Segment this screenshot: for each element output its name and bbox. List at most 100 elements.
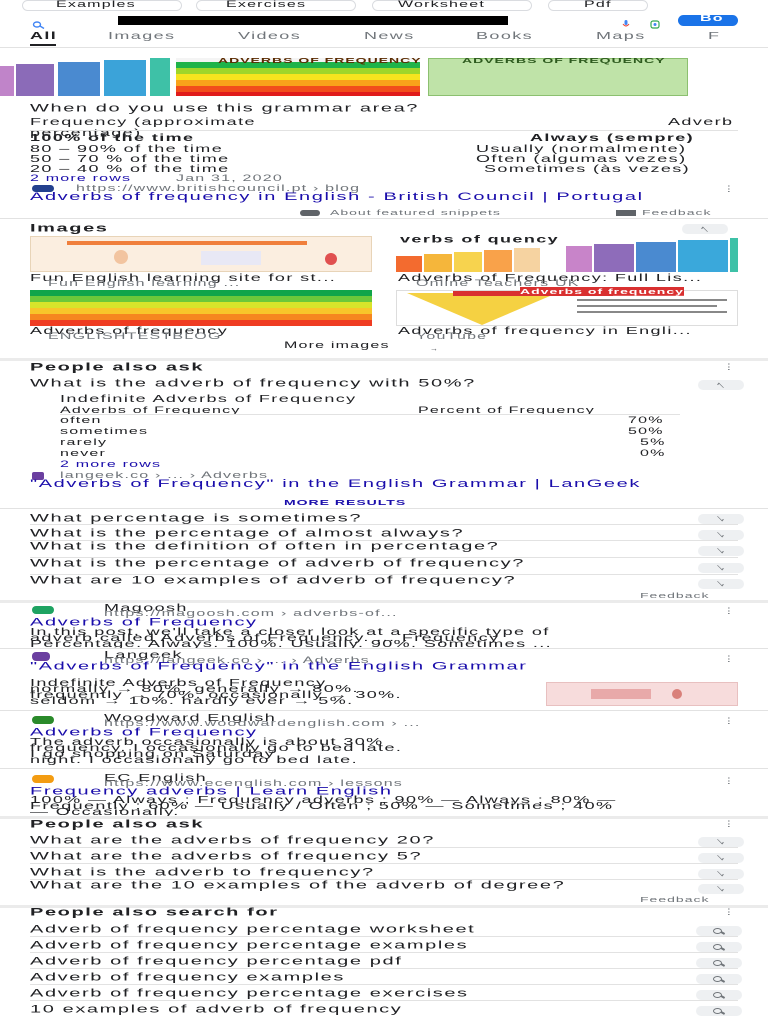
related-search-item[interactable]: Adverb of frequency examples (30, 971, 345, 984)
related-search-item[interactable]: Adverb of frequency percentage examples (30, 939, 468, 952)
featured-more-rows[interactable]: 2 more rows (30, 174, 131, 184)
lens-icon[interactable] (650, 16, 660, 29)
tab-all[interactable]: All (30, 30, 57, 42)
search-icon[interactable] (696, 974, 742, 984)
more-results-button[interactable]: MORE RESULTS (284, 498, 406, 507)
ec-english-favicon (32, 775, 54, 783)
feedback-icon (616, 210, 636, 216)
paa2-question[interactable]: What are the adverbs of frequency 5? (30, 850, 422, 863)
related-search-item[interactable]: 10 examples of adverb of frequency (30, 1003, 402, 1016)
chevron-down-icon[interactable] (698, 869, 744, 879)
paa2-heading: People also ask (30, 818, 205, 831)
image-thumb-3[interactable] (30, 290, 372, 326)
paa2-question[interactable]: What are the 10 examples of the adverb o… (30, 879, 768, 890)
chip-exercises-label: Exercises (226, 0, 307, 10)
result-thumbnail[interactable] (546, 682, 738, 706)
tab-news[interactable]: News (364, 30, 415, 42)
result-menu-icon[interactable]: ⋮ (722, 606, 737, 615)
search-for-menu-icon[interactable]: ⋮ (722, 907, 737, 916)
paa-row-adverb: rarely (60, 438, 108, 448)
related-search-item[interactable]: Adverb of frequency percentage exercises (30, 987, 469, 1000)
paa2-question[interactable]: What is the adverb to frequency? (30, 866, 375, 879)
tab-books[interactable]: Books (476, 30, 533, 42)
search-icon[interactable] (696, 926, 742, 936)
related-search-item[interactable]: Adverb of frequency percentage worksheet (30, 923, 475, 936)
avatar-initials: Bo (700, 14, 724, 24)
featured-thumb-green-caption: ADVERBS OF FREQUENCY (462, 56, 666, 65)
chevron-down-icon[interactable] (698, 563, 744, 573)
paa2-menu-icon[interactable]: ⋮ (722, 819, 737, 828)
search-query-redacted[interactable] (118, 16, 508, 25)
about-featured-snippets[interactable]: About featured snippets (330, 208, 501, 217)
featured-row-left: 20 – 40 % of the time (30, 163, 230, 174)
chevron-down-icon[interactable] (698, 853, 744, 863)
paa2-question[interactable]: What are the adverbs of frequency 20? (30, 834, 435, 847)
image-thumb-2-overlay-text: verbs of quency (400, 233, 560, 245)
featured-feedback[interactable]: Feedback (642, 208, 711, 217)
image-thumb-1[interactable] (30, 236, 372, 272)
paa-question[interactable]: What is the definition of often in perce… (30, 540, 768, 551)
images-heading: Images (30, 222, 109, 235)
image-source-4: YouTube (416, 332, 488, 342)
result-menu-icon[interactable]: ⋮ (722, 716, 737, 725)
search-icon[interactable] (696, 942, 742, 952)
chip-examples-label: Examples (56, 0, 136, 10)
chip-pdf-label: Pdf (584, 0, 612, 10)
related-search-item[interactable]: Adverb of frequency percentage pdf (30, 955, 402, 968)
paa-row-adverb: never (60, 449, 107, 459)
paa-table-title: Indefinite Adverbs of Frequency (60, 393, 357, 404)
arrow-right-icon: → (430, 344, 438, 353)
search-icon[interactable] (696, 958, 742, 968)
search-icon[interactable] (696, 1006, 742, 1016)
featured-thumb-table-caption: ADVERBS OF FREQUENCY (218, 56, 422, 65)
images-collapse-icon[interactable] (682, 224, 728, 234)
more-images-link[interactable]: More images (284, 341, 390, 351)
paa-row-adverb: often (60, 416, 102, 426)
result-title-link[interactable]: "Adverbs of Frequency" in the English Gr… (30, 660, 768, 671)
result-menu-icon[interactable]: ⋮ (722, 776, 737, 785)
search-icon[interactable] (696, 990, 742, 1000)
paa-source-title[interactable]: "Adverbs of Frequency" in the English Gr… (30, 478, 768, 489)
chevron-down-icon[interactable] (698, 579, 744, 589)
question-icon (300, 210, 320, 216)
paa-question[interactable]: What is the percentage of almost always? (30, 527, 464, 540)
featured-row-right: Sometimes (às vezes) (484, 163, 691, 174)
paa-question[interactable]: What percentage is sometimes? (30, 512, 362, 525)
paa-collapse-icon[interactable] (698, 380, 744, 390)
tab-maps[interactable]: Maps (596, 30, 646, 42)
tab-images[interactable]: Images (108, 30, 175, 42)
paa-question[interactable]: What is the percentage of adverb of freq… (30, 557, 768, 568)
chevron-down-icon[interactable] (698, 837, 744, 847)
tab-more[interactable]: F (708, 30, 720, 42)
tab-all-indicator (30, 44, 56, 46)
image-thumb-4-overlay-text: Adverbs of frequency (520, 287, 684, 296)
paa-row-pct: 50% (628, 427, 664, 437)
magoosh-favicon (32, 606, 54, 614)
featured-row-right: Always (sempre) (530, 132, 695, 143)
chevron-down-icon[interactable] (698, 530, 744, 540)
search-icon[interactable] (32, 16, 46, 30)
featured-title-link[interactable]: Adverbs of frequency in English - Britis… (30, 190, 768, 203)
tab-videos[interactable]: Videos (238, 30, 301, 42)
result-snippet-line: night. I occasionally go to bed late. (30, 754, 358, 765)
paa-row-pct: 70% (628, 416, 664, 426)
mic-icon[interactable] (622, 16, 630, 27)
paa-row-pct: 5% (640, 438, 666, 448)
paa-question[interactable]: What are 10 examples of adverb of freque… (30, 574, 768, 585)
chip-worksheet-label: Worksheet (398, 0, 485, 10)
search-for-heading: People also search for (30, 906, 279, 919)
chevron-down-icon[interactable] (698, 514, 744, 524)
paa2-feedback[interactable]: Feedback (640, 895, 709, 904)
paa-menu-icon[interactable]: ⋮ (722, 362, 737, 371)
chevron-down-icon[interactable] (698, 546, 744, 556)
result-snippet-line: seldom → 10%. hardly ever → 5%. (30, 695, 354, 706)
paa-row-adverb: sometimes (60, 427, 149, 437)
featured-thumb-chart[interactable] (0, 58, 170, 96)
featured-menu-icon[interactable]: ⋮ (722, 184, 737, 193)
paa-open-question[interactable]: What is the adverb of frequency with 50%… (30, 377, 476, 390)
paa-more-rows[interactable]: 2 more rows (60, 460, 161, 470)
paa-feedback[interactable]: Feedback (640, 591, 709, 600)
chevron-down-icon[interactable] (698, 884, 744, 894)
featured-date: Jan 31, 2020 (176, 174, 283, 184)
featured-question: When do you use this grammar area? (30, 102, 420, 115)
